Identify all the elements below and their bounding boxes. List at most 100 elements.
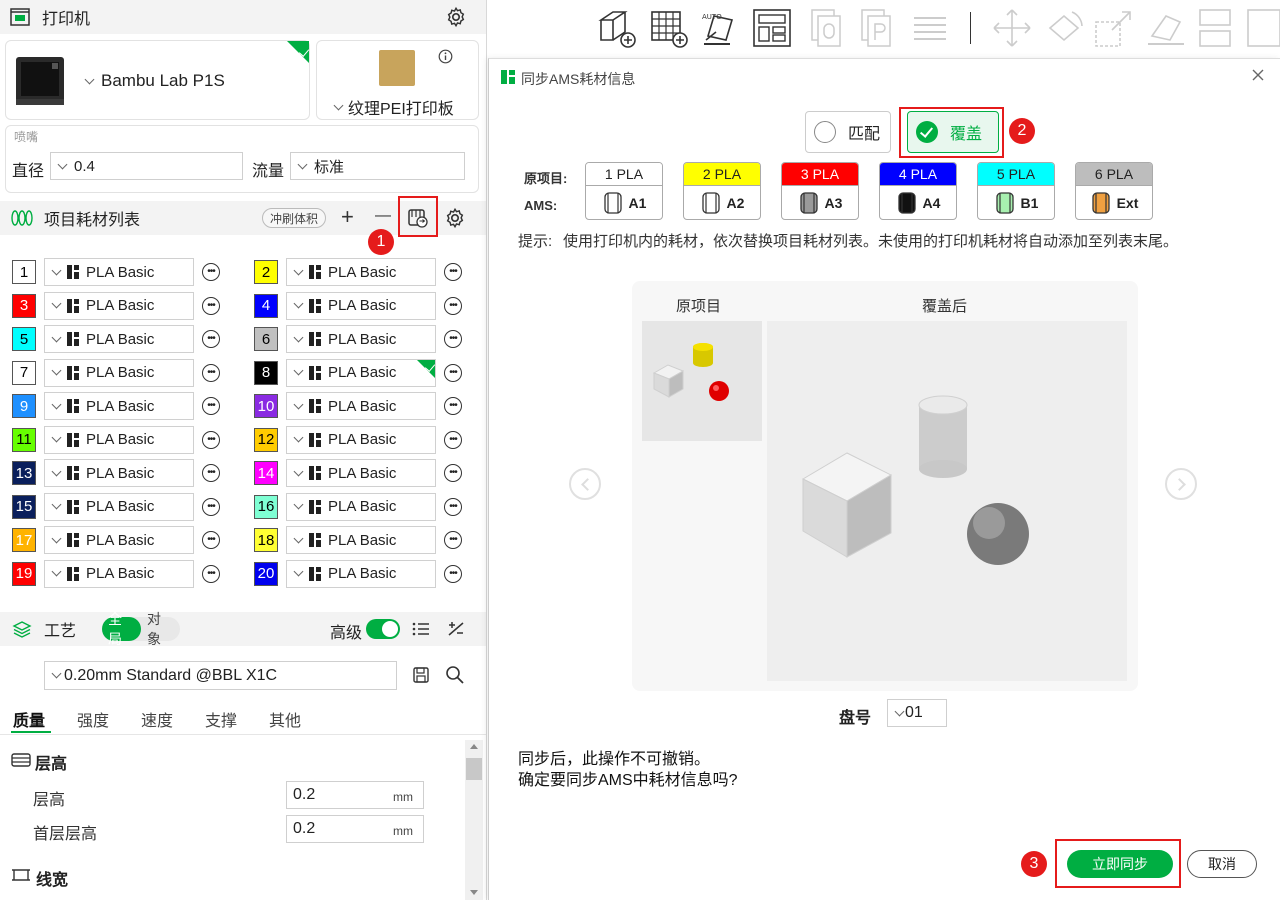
filament-number-badge[interactable]: 19 bbox=[12, 561, 36, 586]
filament-preset-select[interactable]: PLA Basic bbox=[286, 526, 436, 554]
filament-more-icon[interactable]: ••• bbox=[444, 397, 462, 415]
filament-row[interactable]: 17 PLA Basic ••• bbox=[12, 526, 220, 554]
filament-row[interactable]: 5 PLA Basic ••• bbox=[12, 325, 220, 353]
filament-preset-select[interactable]: PLA Basic bbox=[44, 492, 194, 521]
filament-number-badge[interactable]: 6 bbox=[254, 327, 278, 351]
filament-more-icon[interactable]: ••• bbox=[444, 263, 462, 281]
filament-more-icon[interactable]: ••• bbox=[202, 464, 220, 482]
filament-more-icon[interactable]: ••• bbox=[202, 430, 220, 449]
filament-preset-select[interactable]: PLA Basic bbox=[44, 459, 194, 487]
filament-preset-select[interactable]: PLA Basic bbox=[44, 526, 194, 554]
filament-preset-select[interactable]: PLA Basic bbox=[44, 425, 194, 454]
process-list-icon[interactable] bbox=[412, 621, 430, 637]
tab-speed[interactable]: 速度 bbox=[141, 707, 173, 731]
tab-strength[interactable]: 强度 bbox=[77, 707, 109, 731]
plate-number-select[interactable]: 01 bbox=[887, 699, 947, 727]
close-icon[interactable] bbox=[1250, 67, 1266, 83]
filament-number-badge[interactable]: 7 bbox=[12, 360, 36, 385]
filament-row[interactable]: 3 PLA Basic ••• bbox=[12, 291, 220, 320]
filament-more-icon[interactable]: ••• bbox=[202, 497, 220, 516]
filament-row[interactable]: 10 PLA Basic ••• bbox=[254, 392, 462, 420]
scrollbar-thumb[interactable] bbox=[466, 758, 482, 780]
filament-preset-select[interactable]: PLA Basic bbox=[44, 291, 194, 320]
printer-card[interactable]: Bambu Lab P1S bbox=[5, 40, 310, 120]
plate-card[interactable]: 纹理PEI打印板 bbox=[316, 40, 479, 120]
filament-more-icon[interactable]: ••• bbox=[202, 296, 220, 315]
filament-number-badge[interactable]: 8 bbox=[254, 360, 278, 385]
filament-row[interactable]: 7 PLA Basic ••• bbox=[12, 358, 220, 387]
object-tab[interactable]: 对象 bbox=[141, 609, 180, 649]
filament-row[interactable]: 6 PLA Basic ••• bbox=[254, 325, 462, 353]
filament-preset-select[interactable]: PLA Basic bbox=[286, 559, 436, 588]
filament-row[interactable]: 16 PLA Basic ••• bbox=[254, 492, 462, 521]
flow-select[interactable]: 标准 bbox=[290, 152, 465, 180]
filament-number-badge[interactable]: 1 bbox=[12, 260, 36, 284]
search-icon[interactable] bbox=[445, 665, 465, 685]
filament-number-badge[interactable]: 17 bbox=[12, 528, 36, 552]
filament-number-badge[interactable]: 4 bbox=[254, 293, 278, 318]
filament-more-icon[interactable]: ••• bbox=[444, 330, 462, 348]
filament-preset-select[interactable]: PLA Basic bbox=[44, 258, 194, 286]
filament-preset-select[interactable]: PLA Basic bbox=[286, 291, 436, 320]
preview-prev-button[interactable] bbox=[569, 468, 601, 500]
process-preset-select[interactable]: 0.20mm Standard @BBL X1C bbox=[44, 661, 397, 690]
filament-row[interactable]: 1 PLA Basic ••• bbox=[12, 258, 220, 286]
scroll-up-icon[interactable] bbox=[470, 744, 478, 749]
filament-number-badge[interactable]: 13 bbox=[12, 461, 36, 485]
diameter-select[interactable]: 0.4 bbox=[50, 152, 243, 180]
arrange-icon[interactable] bbox=[750, 6, 794, 50]
filament-preset-select[interactable]: PLA Basic bbox=[44, 358, 194, 387]
ams-slot-4[interactable]: 4 PLA A4 bbox=[879, 162, 957, 220]
ams-slot-2[interactable]: 2 PLA A2 bbox=[683, 162, 761, 220]
filament-more-icon[interactable]: ••• bbox=[202, 564, 220, 583]
filament-number-badge[interactable]: 12 bbox=[254, 427, 278, 452]
plate-info-icon[interactable] bbox=[438, 49, 453, 64]
filament-number-badge[interactable]: 20 bbox=[254, 561, 278, 586]
process-scrollbar[interactable] bbox=[465, 740, 483, 900]
filament-row[interactable]: 13 PLA Basic ••• bbox=[12, 459, 220, 487]
filament-more-icon[interactable]: ••• bbox=[444, 497, 462, 516]
preview-next-button[interactable] bbox=[1165, 468, 1197, 500]
filament-number-badge[interactable]: 11 bbox=[12, 427, 36, 452]
global-tab[interactable]: 全局 bbox=[102, 611, 141, 647]
ams-slot-5[interactable]: 5 PLA B1 bbox=[977, 162, 1055, 220]
filament-more-icon[interactable]: ••• bbox=[444, 296, 462, 315]
filament-row[interactable]: 20 PLA Basic ••• bbox=[254, 559, 462, 588]
ams-slot-3[interactable]: 3 PLA A3 bbox=[781, 162, 859, 220]
add-object-icon[interactable] bbox=[596, 6, 640, 50]
filament-row[interactable]: 2 PLA Basic ••• bbox=[254, 258, 462, 286]
filament-number-badge[interactable]: 15 bbox=[12, 494, 36, 519]
filament-number-badge[interactable]: 10 bbox=[254, 394, 278, 418]
filament-more-icon[interactable]: ••• bbox=[444, 531, 462, 549]
filament-more-icon[interactable]: ••• bbox=[202, 330, 220, 348]
filament-preset-select[interactable]: PLA Basic bbox=[286, 492, 436, 521]
filament-more-icon[interactable]: ••• bbox=[202, 397, 220, 415]
filament-preset-select[interactable]: PLA Basic bbox=[286, 425, 436, 454]
filament-settings-gear-icon[interactable] bbox=[444, 207, 466, 229]
filament-more-icon[interactable]: ••• bbox=[202, 363, 220, 382]
global-object-switch[interactable]: 全局 对象 bbox=[102, 611, 180, 647]
filament-more-icon[interactable]: ••• bbox=[444, 363, 462, 382]
add-plate-icon[interactable] bbox=[648, 6, 692, 50]
save-preset-icon[interactable] bbox=[412, 666, 430, 684]
tab-support[interactable]: 支撑 bbox=[205, 707, 237, 731]
cancel-button[interactable]: 取消 bbox=[1187, 850, 1257, 878]
filament-preset-select[interactable]: PLA Basic bbox=[286, 325, 436, 353]
filament-number-badge[interactable]: 14 bbox=[254, 461, 278, 485]
advanced-toggle[interactable] bbox=[366, 619, 400, 639]
filament-more-icon[interactable]: ••• bbox=[444, 430, 462, 449]
filament-preset-select[interactable]: PLA Basic bbox=[44, 325, 194, 353]
filament-number-badge[interactable]: 5 bbox=[12, 327, 36, 351]
flush-volume-button[interactable]: 冲刷体积 bbox=[262, 208, 326, 228]
tab-quality[interactable]: 质量 bbox=[13, 707, 45, 731]
process-compare-icon[interactable] bbox=[446, 620, 466, 638]
filament-row[interactable]: 15 PLA Basic ••• bbox=[12, 492, 220, 521]
filament-more-icon[interactable]: ••• bbox=[202, 531, 220, 549]
filament-preset-select[interactable]: PLA Basic bbox=[286, 392, 436, 420]
scroll-down-icon[interactable] bbox=[470, 890, 478, 895]
filament-number-badge[interactable]: 2 bbox=[254, 260, 278, 284]
printer-settings-gear-icon[interactable] bbox=[445, 6, 467, 28]
ams-slot-6[interactable]: 6 PLA Ext bbox=[1075, 162, 1153, 220]
filament-row[interactable]: 9 PLA Basic ••• bbox=[12, 392, 220, 420]
filament-row[interactable]: 8 PLA Basic ••• bbox=[254, 358, 462, 387]
